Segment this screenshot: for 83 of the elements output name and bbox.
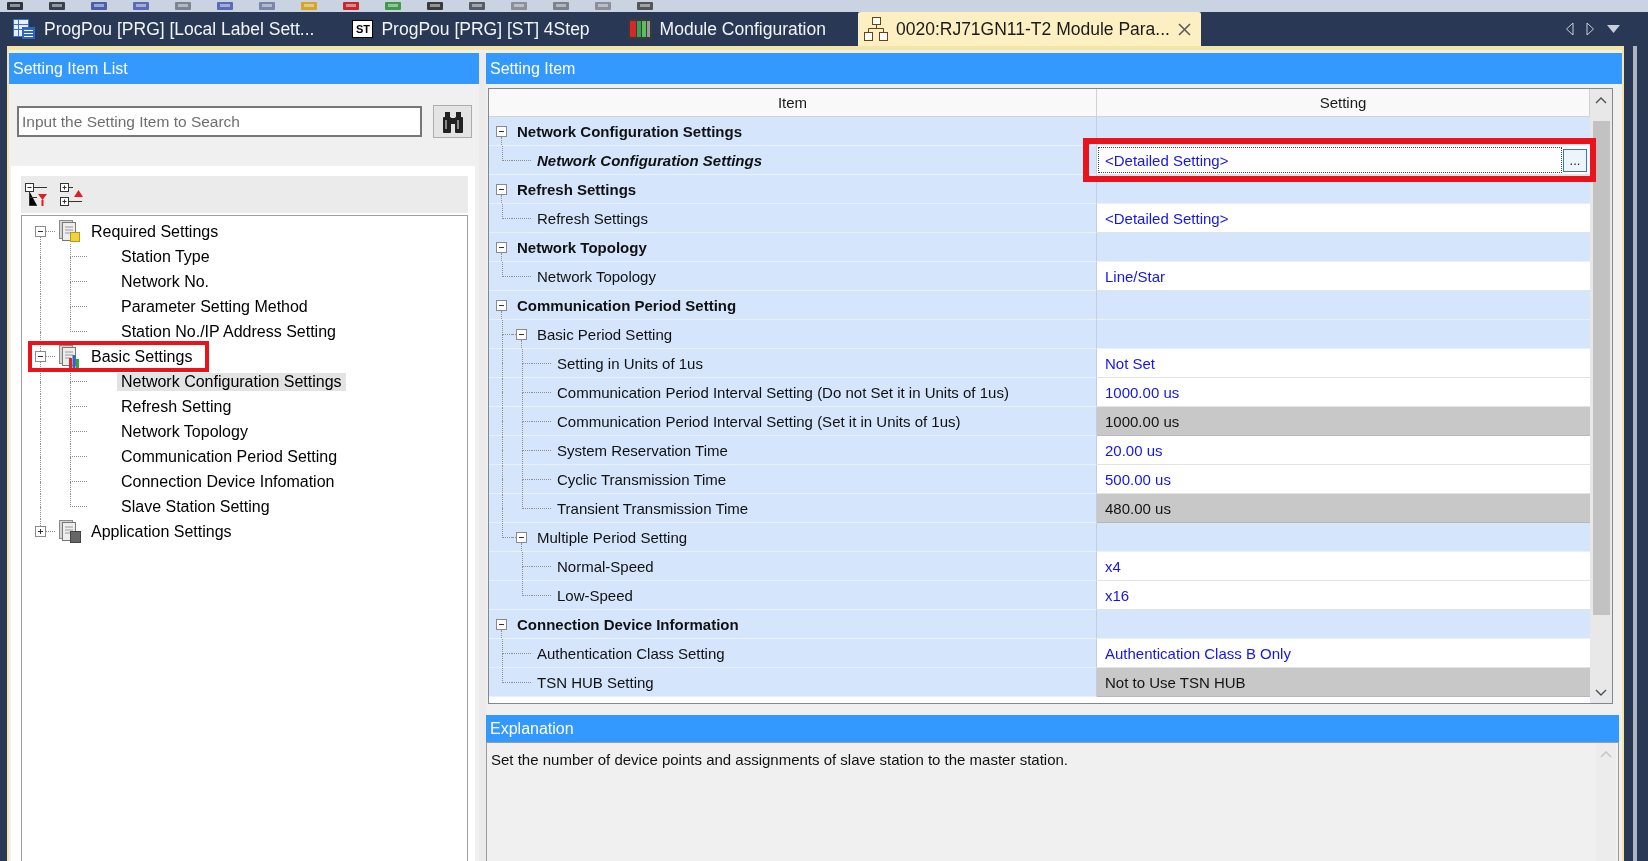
document-stack-icon bbox=[57, 344, 82, 369]
tree-item[interactable]: Basic Settings bbox=[87, 347, 197, 366]
tree-item[interactable]: Slave Station Setting bbox=[117, 497, 274, 516]
group-row[interactable]: Network Configuration Settings bbox=[489, 117, 1590, 146]
collapse-icon[interactable] bbox=[496, 242, 507, 253]
item-label[interactable]: System Reservation Time bbox=[557, 441, 728, 459]
search-field[interactable]: Input the Setting Item to Search bbox=[17, 106, 422, 137]
tree-item[interactable]: Refresh Setting bbox=[117, 397, 236, 416]
document-stack-icon bbox=[57, 219, 82, 244]
group-row[interactable]: Connection Device Information bbox=[489, 610, 1590, 639]
group-title[interactable]: Network Configuration Settings bbox=[517, 122, 742, 140]
group-title[interactable]: Connection Device Information bbox=[517, 615, 739, 633]
group-title[interactable]: Refresh Settings bbox=[517, 180, 637, 198]
toolbar-icon[interactable] bbox=[468, 2, 486, 10]
search-button[interactable] bbox=[433, 105, 472, 138]
scroll-left-icon[interactable] bbox=[1565, 22, 1574, 36]
collapse-icon[interactable] bbox=[516, 329, 527, 340]
tree-item[interactable]: Parameter Setting Method bbox=[117, 297, 312, 316]
tree-item[interactable]: Network Topology bbox=[117, 422, 252, 441]
group-title[interactable]: Multiple Period Setting bbox=[537, 528, 688, 546]
document-tab[interactable]: 0020:RJ71GN11-T2 Module Para... bbox=[857, 12, 1201, 46]
scroll-down-icon[interactable] bbox=[1595, 688, 1607, 696]
module-rack-icon bbox=[627, 19, 652, 39]
panel-title: Setting Item List bbox=[9, 53, 479, 84]
panel-title: Explanation bbox=[486, 715, 1619, 742]
item-label[interactable]: Authentication Class Setting bbox=[537, 644, 725, 662]
panel-title: Setting Item bbox=[486, 53, 1622, 84]
toolbar-icon[interactable] bbox=[90, 2, 108, 10]
collapse-icon[interactable] bbox=[496, 184, 507, 195]
document-stack-icon bbox=[57, 519, 82, 544]
close-icon[interactable] bbox=[1177, 22, 1191, 36]
group-title[interactable]: Basic Period Setting bbox=[537, 325, 673, 343]
group-title[interactable]: Communication Period Setting bbox=[517, 296, 737, 314]
collapse-icon[interactable] bbox=[496, 126, 507, 137]
tree-item[interactable]: Station Type bbox=[117, 247, 214, 266]
collapse-icon[interactable] bbox=[35, 226, 46, 237]
toolbar-icon[interactable] bbox=[342, 2, 360, 10]
item-label[interactable]: Refresh Settings bbox=[537, 209, 648, 227]
tree-expand-icon[interactable] bbox=[60, 182, 84, 207]
tree-item[interactable]: Station No./IP Address Setting bbox=[117, 322, 340, 341]
tree-collapse-icon[interactable] bbox=[25, 182, 49, 207]
tree-item[interactable]: Application Settings bbox=[87, 522, 236, 541]
expand-icon[interactable] bbox=[35, 526, 46, 537]
group-row[interactable]: Network Topology bbox=[489, 233, 1590, 262]
scroll-up-icon[interactable] bbox=[1595, 96, 1607, 104]
value-field[interactable]: <Detailed Setting> bbox=[1098, 147, 1562, 173]
column-header: Setting bbox=[1097, 89, 1590, 117]
document-tab[interactable]: ST ProgPou [PRG] [ST] 4Step bbox=[346, 12, 600, 46]
group-row[interactable]: Multiple Period Setting bbox=[489, 523, 1590, 552]
document-tab[interactable]: ProgPou [PRG] [Local Label Sett... bbox=[6, 12, 325, 46]
toolbar-icon[interactable] bbox=[48, 2, 66, 10]
collapse-icon[interactable] bbox=[496, 619, 507, 630]
scroll-right-icon[interactable] bbox=[1586, 22, 1595, 36]
document-tab[interactable]: Module Configuration bbox=[621, 12, 836, 46]
tree-item[interactable]: Connection Device Infomation bbox=[117, 472, 339, 491]
collapse-icon[interactable] bbox=[496, 300, 507, 311]
group-row[interactable]: Communication Period Setting bbox=[489, 291, 1590, 320]
item-label[interactable]: Setting in Units of 1us bbox=[557, 354, 703, 372]
collapse-icon[interactable] bbox=[35, 351, 46, 362]
item-label[interactable]: Network Topology bbox=[537, 267, 656, 285]
column-header: Item bbox=[489, 89, 1097, 117]
browse-button[interactable]: ... bbox=[1563, 148, 1587, 172]
toolbar-icon[interactable] bbox=[426, 2, 444, 10]
binoculars-icon bbox=[440, 110, 465, 133]
toolbar-icon[interactable] bbox=[6, 2, 24, 10]
caret-down-icon[interactable] bbox=[1607, 25, 1620, 33]
tree-item[interactable]: Required Settings bbox=[87, 222, 223, 241]
group-title[interactable]: Network Topology bbox=[517, 238, 647, 256]
network-nodes-icon bbox=[863, 17, 888, 41]
tree-item[interactable]: Network Configuration Settings bbox=[117, 372, 346, 391]
item-label[interactable]: Cyclic Transmission Time bbox=[557, 470, 727, 488]
language-badge: ST bbox=[352, 20, 374, 38]
scrollbar-thumb[interactable] bbox=[1592, 121, 1610, 615]
collapse-icon[interactable] bbox=[516, 532, 527, 543]
tree-item[interactable]: Network No. bbox=[117, 272, 214, 291]
toolbar-icon[interactable] bbox=[636, 2, 654, 10]
table-icon bbox=[12, 18, 36, 40]
item-label[interactable]: Normal-Speed bbox=[557, 557, 654, 575]
item-label[interactable]: Low-Speed bbox=[557, 586, 633, 604]
group-row[interactable]: Refresh Settings bbox=[489, 175, 1590, 204]
explanation-text: Set the number of device points and assignments of slave station to the master station. bbox=[490, 750, 1069, 770]
group-row[interactable]: Basic Period Setting bbox=[489, 320, 1590, 349]
tree-item[interactable]: Communication Period Setting bbox=[117, 447, 342, 466]
